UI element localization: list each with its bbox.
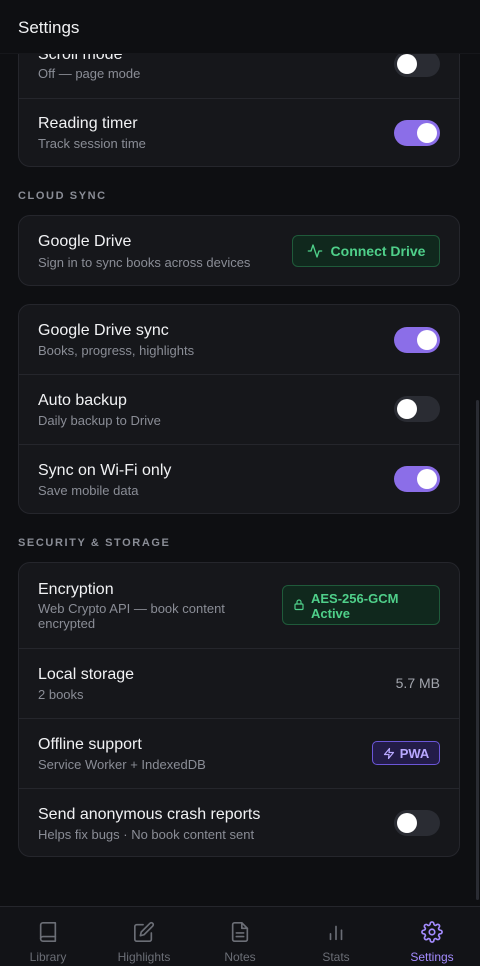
document-icon — [231, 922, 249, 942]
setting-row-wifi-only[interactable]: Sync on Wi-Fi only Save mobile data — [19, 445, 459, 513]
setting-description: Service Worker + IndexedDB — [38, 757, 206, 772]
activity-icon — [307, 244, 322, 258]
setting-label: Auto backup — [38, 392, 127, 409]
setting-description: Off — page mode — [38, 66, 141, 81]
setting-label: Google Drive sync — [38, 322, 169, 339]
bar-chart-icon — [329, 925, 343, 941]
encryption-status: Active — [311, 606, 351, 621]
crash-reports-toggle[interactable] — [394, 810, 440, 836]
section-title-security-storage: SECURITY & STORAGE — [18, 537, 171, 549]
setting-description: Daily backup to Drive — [38, 413, 161, 428]
setting-row-crash-reports[interactable]: Send anonymous crash reports Helps fix b… — [19, 789, 459, 856]
setting-label: Reading timer — [38, 115, 138, 132]
toggle-knob — [417, 469, 437, 489]
setting-label: Google Drive — [38, 233, 132, 250]
app-header: Settings — [0, 0, 480, 54]
scrollbar[interactable] — [476, 400, 479, 900]
security-storage-card: Encryption Web Crypto API — book content… — [18, 562, 460, 857]
toggle-knob — [417, 123, 437, 143]
book-icon — [39, 922, 57, 942]
setting-label: Offline support — [38, 736, 142, 753]
setting-description: Save mobile data — [38, 483, 139, 498]
page-title: Settings — [18, 18, 80, 37]
nav-item-notes[interactable]: Notes — [192, 907, 288, 966]
setting-row-local-storage: Local storage 2 books 5.7 MB — [19, 649, 459, 718]
setting-row-reading-timer[interactable]: Reading timer Track session time — [19, 99, 459, 166]
sync-options-card: Google Drive sync Books, progress, highl… — [18, 304, 460, 514]
nav-label: Highlights — [117, 950, 171, 964]
toggle-knob — [397, 813, 417, 833]
setting-row-auto-backup[interactable]: Auto backup Daily backup to Drive — [19, 375, 459, 444]
connect-drive-label: Connect Drive — [330, 243, 426, 259]
nav-label: Settings — [410, 950, 454, 964]
gear-icon — [421, 921, 443, 943]
edit-icon — [134, 921, 155, 942]
bottom-navigation: Library Highlights Notes Stats Settings — [0, 906, 480, 966]
nav-item-library[interactable]: Library — [0, 907, 96, 966]
setting-description-line1: Web Crypto API — book content — [38, 601, 225, 616]
section-title-cloud-sync: CLOUD SYNC — [18, 190, 107, 202]
setting-description: Sign in to sync books across devices — [38, 255, 251, 270]
settings-scroll-area[interactable]: Scroll mode Off — page mode Reading time… — [0, 0, 480, 906]
connect-drive-button[interactable]: Connect Drive — [292, 235, 440, 267]
setting-description: 2 books — [38, 687, 84, 702]
setting-row-encryption: Encryption Web Crypto API — book content… — [19, 563, 459, 648]
toggle-knob — [397, 54, 417, 74]
setting-label: Encryption — [38, 581, 114, 598]
setting-description: Helps fix bugs · No book content sent — [38, 827, 255, 842]
nav-label: Library — [29, 950, 67, 964]
nav-item-highlights[interactable]: Highlights — [96, 907, 192, 966]
nav-label: Notes — [224, 950, 256, 964]
auto-backup-toggle[interactable] — [394, 396, 440, 422]
setting-row-google-drive: Google Drive Sign in to sync books acros… — [19, 216, 459, 285]
reading-timer-toggle[interactable] — [394, 120, 440, 146]
toggle-knob — [397, 399, 417, 419]
scroll-mode-toggle[interactable] — [394, 51, 440, 77]
nav-item-settings[interactable]: Settings — [384, 907, 480, 966]
encryption-status-badge: AES-256-GCM Active — [282, 585, 440, 625]
setting-description: Books, progress, highlights — [38, 343, 195, 358]
encryption-algorithm: AES-256-GCM — [311, 591, 399, 606]
google-drive-card: Google Drive Sign in to sync books acros… — [18, 215, 460, 286]
setting-label: Sync on Wi-Fi only — [38, 462, 172, 479]
pwa-badge-label: PWA — [399, 745, 430, 761]
nav-item-stats[interactable]: Stats — [288, 907, 384, 966]
storage-size-value: 5.7 MB — [395, 675, 440, 691]
nav-label: Stats — [322, 950, 350, 964]
drive-sync-toggle[interactable] — [394, 327, 440, 353]
lock-icon — [294, 599, 304, 611]
lightning-icon — [383, 747, 394, 759]
setting-label: Local storage — [38, 666, 135, 683]
setting-description-line2: encrypted — [38, 616, 96, 631]
wifi-only-toggle[interactable] — [394, 466, 440, 492]
toggle-knob — [417, 330, 437, 350]
setting-description: Track session time — [38, 136, 146, 151]
setting-row-offline-support: Offline support Service Worker + Indexed… — [19, 719, 459, 788]
setting-label: Send anonymous crash reports — [38, 806, 261, 823]
setting-row-drive-sync[interactable]: Google Drive sync Books, progress, highl… — [19, 305, 459, 374]
pwa-badge: PWA — [372, 741, 440, 765]
